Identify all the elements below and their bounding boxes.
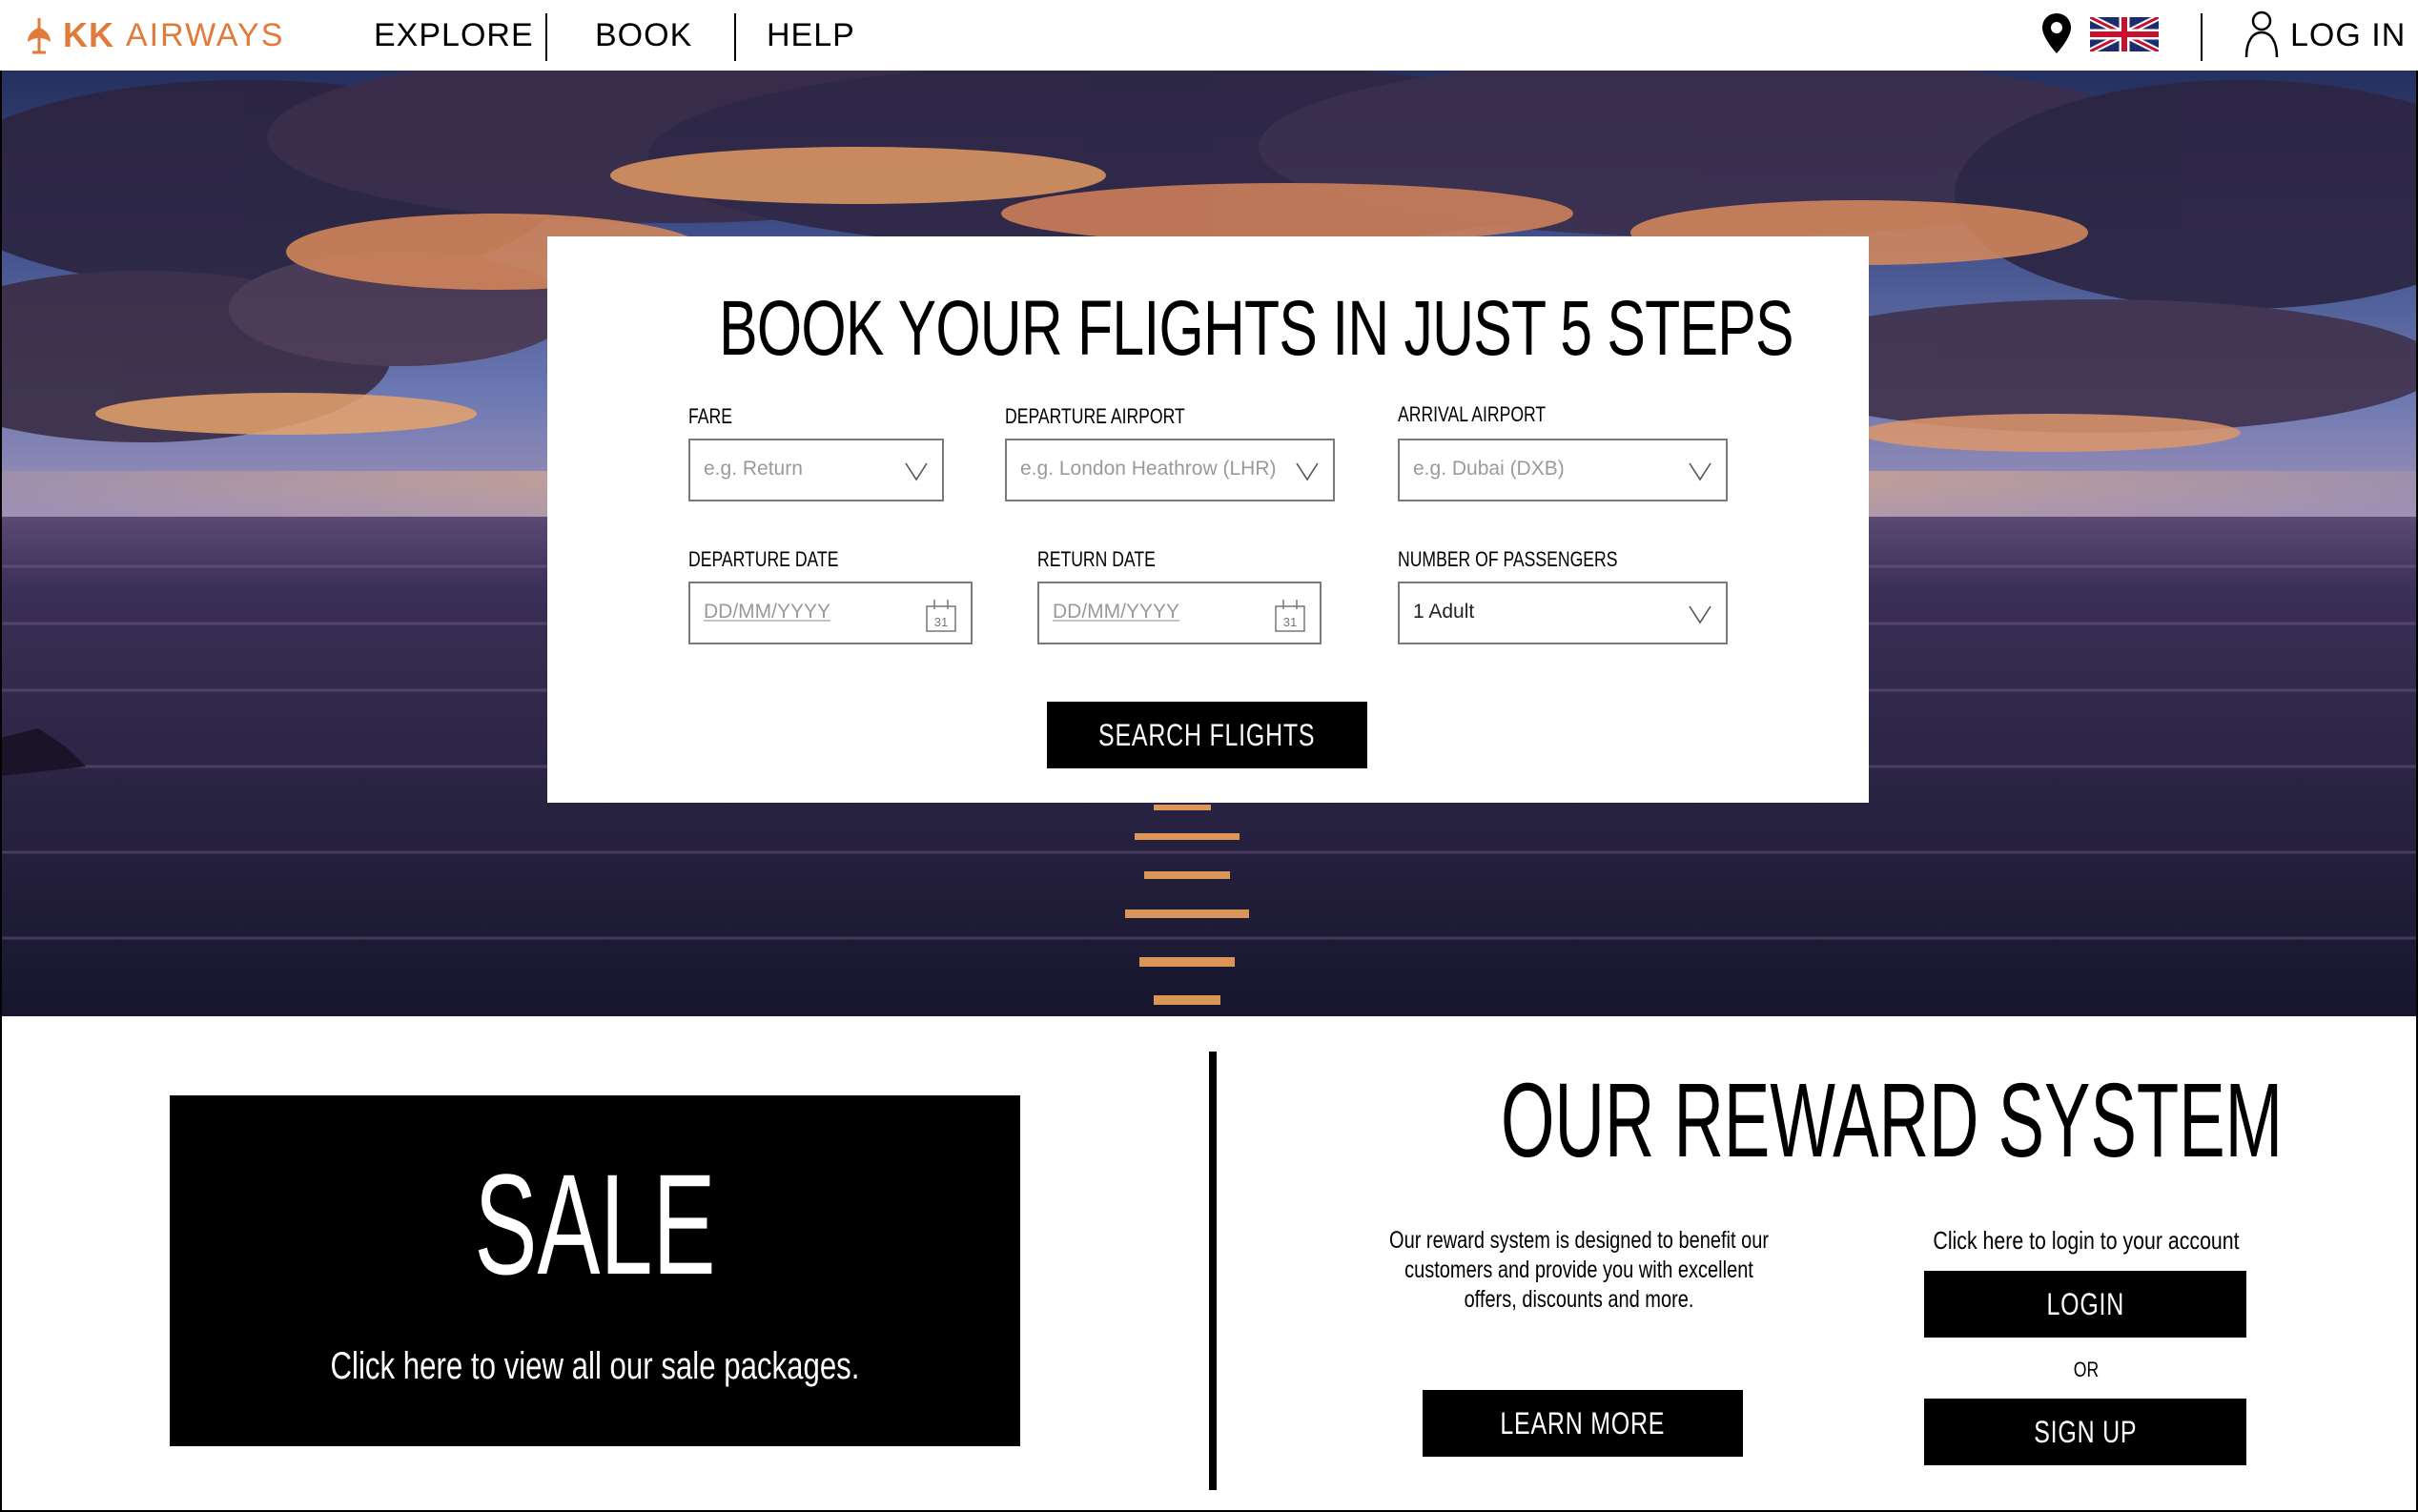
- nav-explore[interactable]: EXPLORE: [374, 17, 534, 54]
- arrival-airport-placeholder: e.g. Dubai (DXB): [1413, 458, 1565, 480]
- reward-login-button[interactable]: LOGIN: [1924, 1271, 2246, 1338]
- search-flights-button[interactable]: SEARCH FLIGHTS: [1047, 702, 1367, 768]
- brand-logo[interactable]: KK AIRWAYS: [23, 13, 284, 57]
- signup-button[interactable]: SIGN UP: [1924, 1399, 2246, 1465]
- calendar-icon[interactable]: 31: [925, 597, 957, 633]
- fare-label: FARE: [688, 404, 732, 428]
- chevron-down-icon: [1296, 462, 1319, 481]
- login-link[interactable]: LOG IN: [2290, 17, 2406, 54]
- return-date-input[interactable]: DD/MM/YYYY 31: [1037, 582, 1322, 644]
- passengers-select[interactable]: 1 Adult: [1398, 582, 1728, 644]
- chevron-down-icon: [1689, 462, 1711, 481]
- reward-description: Our reward system is designed to benefit…: [1389, 1227, 1769, 1313]
- departure-date-placeholder: DD/MM/YYYY: [704, 601, 831, 623]
- nav-help[interactable]: HELP: [767, 17, 855, 54]
- search-flights-label: SEARCH FLIGHTS: [1098, 717, 1316, 752]
- departure-airport-placeholder: e.g. London Heathrow (LHR): [1020, 458, 1277, 480]
- airways-logo-icon: [28, 18, 51, 54]
- learn-more-button[interactable]: LEARN MORE: [1423, 1390, 1743, 1457]
- uk-flag-icon[interactable]: [2090, 17, 2159, 51]
- section-divider: [1209, 1052, 1217, 1490]
- passengers-value: 1 Adult: [1413, 601, 1475, 623]
- passengers-label: NUMBER OF PASSENGERS: [1398, 547, 1618, 571]
- booking-form-card: BOOK YOUR FLIGHTS IN JUST 5 STEPS FARE e…: [547, 236, 1869, 803]
- nav-book[interactable]: BOOK: [595, 17, 692, 54]
- departure-date-label: DEPARTURE DATE: [688, 547, 839, 571]
- chevron-down-icon: [1689, 605, 1711, 624]
- booking-title: BOOK YOUR FLIGHTS IN JUST 5 STEPS: [719, 285, 1793, 372]
- nav-divider: [545, 13, 547, 61]
- departure-date-input[interactable]: DD/MM/YYYY 31: [688, 582, 973, 644]
- reward-title: OUR REWARD SYSTEM: [1501, 1062, 2284, 1179]
- fare-placeholder: e.g. Return: [704, 458, 803, 480]
- chevron-down-icon: [905, 462, 928, 481]
- nav-divider: [2201, 13, 2203, 61]
- return-date-label: RETURN DATE: [1037, 547, 1156, 571]
- sale-banner[interactable]: SALE Click here to view all our sale pac…: [170, 1095, 1020, 1446]
- arrival-airport-select[interactable]: e.g. Dubai (DXB): [1398, 439, 1728, 501]
- arrival-airport-label: ARRIVAL AIRPORT: [1398, 402, 1547, 426]
- reward-login-label: LOGIN: [2046, 1286, 2124, 1321]
- nav-divider: [734, 13, 736, 61]
- calendar-day: 31: [1283, 615, 1297, 629]
- departure-airport-label: DEPARTURE AIRPORT: [1005, 404, 1185, 428]
- top-navigation: KK AIRWAYS EXPLORE BOOK HELP LOG IN: [0, 0, 2418, 71]
- learn-more-label: LEARN MORE: [1500, 1405, 1666, 1440]
- signup-label: SIGN UP: [2033, 1414, 2138, 1449]
- fare-select[interactable]: e.g. Return: [688, 439, 944, 501]
- brand-kk: KK: [63, 15, 114, 54]
- sale-title: SALE: [474, 1144, 716, 1304]
- calendar-day: 31: [934, 615, 948, 629]
- departure-airport-select[interactable]: e.g. London Heathrow (LHR): [1005, 439, 1335, 501]
- login-prompt: Click here to login to your account: [1933, 1226, 2240, 1255]
- sale-subtitle[interactable]: Click here to view all our sale packages…: [263, 1345, 927, 1388]
- brand-name: AIRWAYS: [126, 16, 285, 53]
- map-pin-icon[interactable]: [2040, 11, 2073, 55]
- calendar-icon[interactable]: 31: [1274, 597, 1306, 633]
- return-date-placeholder: DD/MM/YYYY: [1053, 601, 1180, 623]
- or-separator: OR: [2073, 1358, 2100, 1381]
- user-icon[interactable]: [2243, 10, 2281, 59]
